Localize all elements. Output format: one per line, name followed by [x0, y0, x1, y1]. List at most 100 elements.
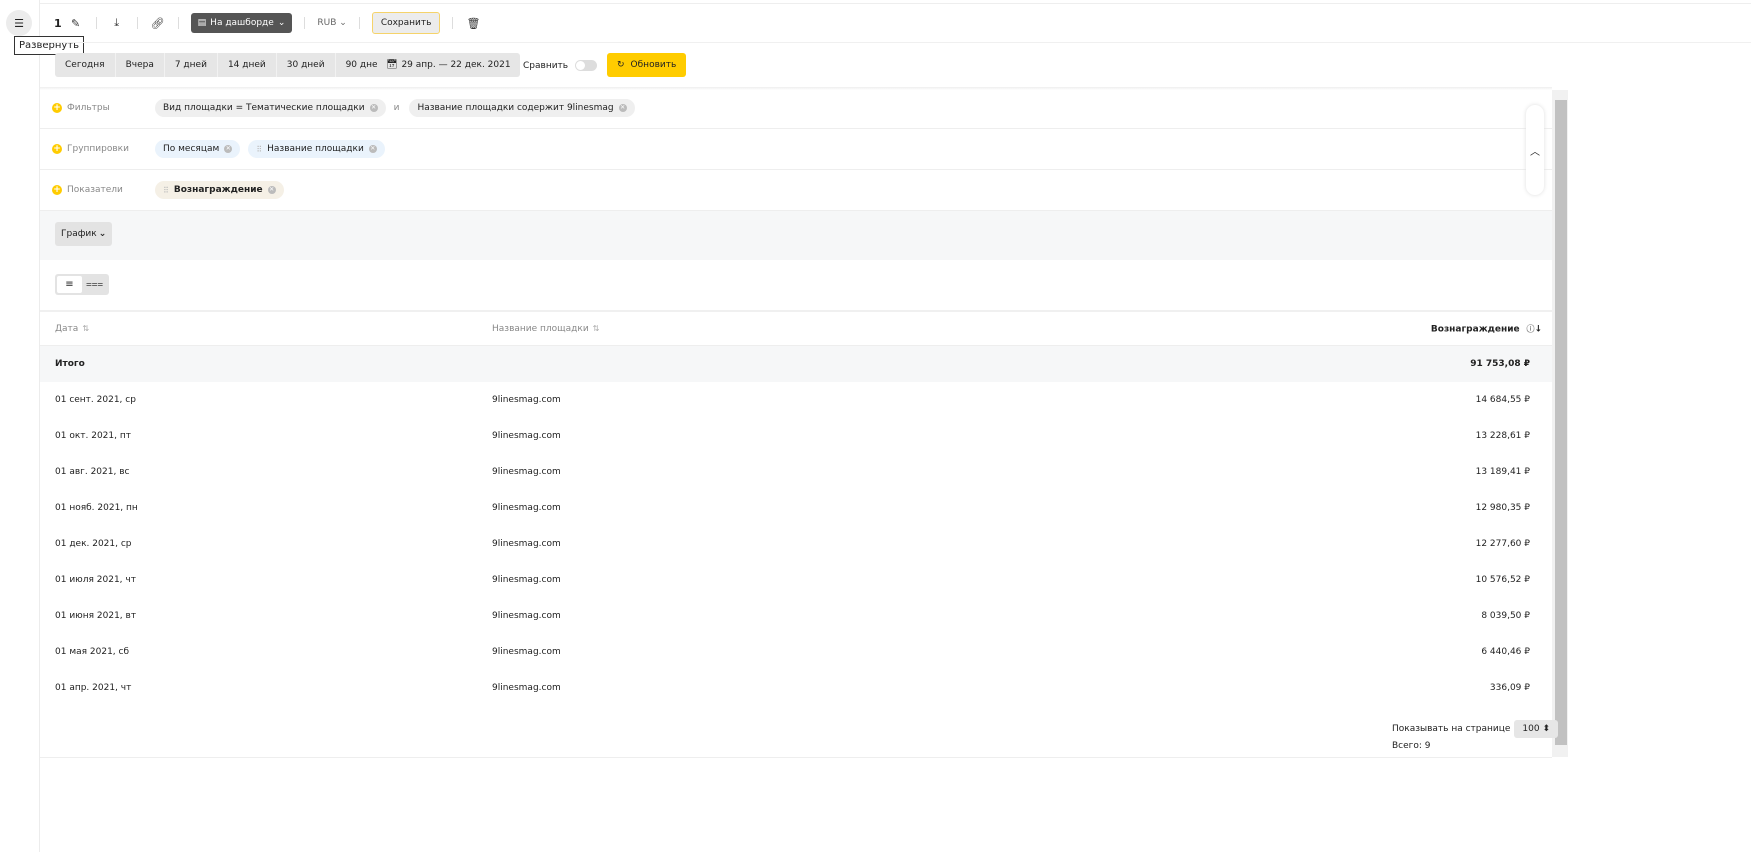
column-reward[interactable]: Вознаграждение ⓘ↓	[1431, 323, 1542, 334]
add-filter-icon[interactable]: +	[52, 103, 62, 113]
per-page-value: 100	[1522, 724, 1540, 734]
add-metric-icon[interactable]: +	[52, 185, 62, 195]
period-today[interactable]: Сегодня	[55, 53, 116, 77]
close-icon[interactable]: ✕	[224, 145, 233, 153]
help-icon[interactable]: ⓘ	[1524, 324, 1534, 333]
compare-toggle[interactable]: Сравнить	[523, 60, 598, 71]
site-name-cell: 9linesmag.com	[492, 611, 561, 621]
reward-cell: 12 980,35 ₽	[1475, 503, 1530, 513]
add-grouping-icon[interactable]: +	[52, 144, 62, 154]
refresh-button[interactable]: ↻ Обновить	[607, 53, 687, 77]
chip-label: Вид площадки = Тематические площадки	[163, 103, 365, 113]
close-icon[interactable]: ✕	[368, 145, 377, 153]
refresh-icon: ↻	[617, 60, 625, 70]
calendar-icon: 📅︎	[386, 60, 398, 70]
header-label: Вознаграждение	[1430, 324, 1520, 334]
table-row: 01 мая 2021, сб 9linesmag.com 6 440,46 ₽	[40, 634, 1552, 670]
divider	[40, 757, 1552, 758]
pencil-icon[interactable]: ✎	[68, 17, 84, 30]
reward-cell: 14 684,55 ₽	[1475, 395, 1530, 405]
sort-icon[interactable]: ⇅	[593, 324, 600, 333]
flat-list-icon[interactable]: ≡	[57, 276, 82, 293]
site-name-cell: 9linesmag.com	[492, 467, 561, 477]
drag-handle-icon[interactable]: ⠿	[256, 145, 262, 154]
period-selector: Сегодня Вчера 7 дней 14 дней 30 дней 90 …	[55, 53, 394, 77]
column-site-name[interactable]: Название площадки ⇅	[492, 324, 599, 334]
total-value: 91 753,08 ₽	[1470, 359, 1530, 369]
chip-label: Название площадки	[267, 144, 364, 154]
per-page-select[interactable]: 100 ⬍	[1514, 720, 1559, 738]
reward-cell: 10 576,52 ₽	[1475, 575, 1530, 585]
total-count: Всего: 9	[1392, 741, 1431, 751]
download-icon[interactable]: ⤓	[109, 16, 125, 30]
reward-cell: 13 189,41 ₽	[1475, 467, 1530, 477]
groupings-label: Группировки	[67, 144, 129, 154]
period-14-days[interactable]: 14 дней	[217, 53, 277, 77]
site-name-cell: 9linesmag.com	[492, 647, 561, 657]
metrics-label: Показатели	[67, 185, 123, 195]
chip-label: Вознаграждение	[173, 185, 263, 195]
table-row: 01 окт. 2021, пт 9linesmag.com 13 228,61 ₽	[40, 418, 1552, 454]
save-button[interactable]: Сохранить	[371, 12, 441, 34]
currency-dropdown[interactable]: RUB ⌄	[317, 18, 346, 28]
total-label: Итого	[55, 359, 85, 369]
sidebar	[0, 0, 40, 852]
period-yesterday[interactable]: Вчера	[115, 53, 165, 77]
site-name-cell: 9linesmag.com	[492, 503, 561, 513]
tree-view-icon[interactable]: ⩶	[82, 276, 107, 293]
close-icon[interactable]: ✕	[618, 104, 627, 112]
period-30-days[interactable]: 30 дней	[276, 53, 336, 77]
close-icon[interactable]: ✕	[369, 104, 378, 112]
filter-chip[interactable]: Вид площадки = Тематические площадки ✕	[155, 99, 386, 117]
date-range-label: 29 апр. — 22 дек. 2021	[401, 60, 511, 70]
column-date[interactable]: Дата ⇅	[55, 324, 89, 334]
reward-cell: 6 440,46 ₽	[1481, 647, 1530, 657]
chart-label: График	[61, 229, 97, 239]
date-cell: 01 мая 2021, сб	[55, 647, 130, 657]
list-add-icon: ☰	[14, 16, 24, 30]
reward-cell: 336,09 ₽	[1489, 683, 1530, 693]
site-name-cell: 9linesmag.com	[492, 539, 561, 549]
date-cell: 01 июня 2021, вт	[55, 611, 137, 621]
metrics-row: + Показатели ⠿ Вознаграждение ✕	[40, 170, 1552, 211]
table-row: 01 июля 2021, чт 9linesmag.com 10 576,52 ₽	[40, 562, 1552, 598]
currency-label: RUB	[317, 18, 337, 28]
toolbar: 1 ✎ ⤓ 🔗︎ ▤ На дашборде ⌄ RUB ⌄ Сохранить 🗑…	[40, 8, 481, 38]
drag-handle-icon[interactable]: ⠿	[163, 186, 169, 195]
date-cell: 01 сент. 2021, ср	[55, 395, 136, 405]
reward-cell: 8 039,50 ₽	[1481, 611, 1530, 621]
reward-cell: 13 228,61 ₽	[1475, 431, 1530, 441]
collapse-button[interactable]: ︿	[1526, 105, 1544, 195]
header-label: Название площадки	[492, 323, 589, 334]
period-7-days[interactable]: 7 дней	[164, 53, 218, 77]
date-range-picker[interactable]: 📅︎ 29 апр. — 22 дек. 2021	[377, 53, 520, 77]
trash-icon[interactable]: 🗑︎	[465, 17, 481, 30]
chart-type-dropdown[interactable]: График ⌄	[55, 222, 113, 246]
reward-cell: 12 277,60 ₽	[1475, 539, 1530, 549]
filters-row: + Фильтры Вид площадки = Тематические пл…	[40, 88, 1552, 129]
grouping-chip[interactable]: ⠿ Название площадки ✕	[248, 140, 385, 158]
chevron-down-icon: ⌄	[98, 229, 107, 239]
link-icon[interactable]: 🔗︎	[150, 17, 166, 30]
site-name-cell: 9linesmag.com	[492, 395, 561, 405]
header-label: Дата	[55, 323, 79, 334]
toggle-switch[interactable]	[575, 60, 598, 71]
site-name-cell: 9linesmag.com	[492, 683, 561, 693]
chip-label: Название площадки содержит 9linesmag	[417, 103, 614, 113]
filter-chip[interactable]: Название площадки содержит 9linesmag ✕	[409, 99, 635, 117]
grouping-chip[interactable]: По месяцам ✕	[155, 140, 241, 158]
scrollbar-thumb[interactable]	[1555, 100, 1567, 745]
metric-chip[interactable]: ⠿ Вознаграждение ✕	[155, 181, 284, 199]
pagination: Показывать на странице 100 ⬍	[1392, 720, 1559, 738]
divider	[40, 3, 1751, 4]
sort-icon[interactable]: ⇅	[82, 324, 89, 333]
table-row: 01 сент. 2021, ср 9linesmag.com 14 684,55 …	[40, 382, 1552, 418]
expand-button[interactable]: ☰	[6, 10, 32, 36]
compare-label: Сравнить	[523, 60, 569, 71]
chip-label: По месяцам	[163, 144, 220, 154]
table-row: 01 дек. 2021, ср 9linesmag.com 12 277,60 ₽	[40, 526, 1552, 562]
sort-desc-icon[interactable]: ↓	[1534, 324, 1542, 334]
date-cell: 01 окт. 2021, пт	[55, 431, 131, 441]
dashboard-dropdown[interactable]: ▤ На дашборде ⌄	[190, 13, 293, 33]
close-icon[interactable]: ✕	[267, 186, 276, 194]
